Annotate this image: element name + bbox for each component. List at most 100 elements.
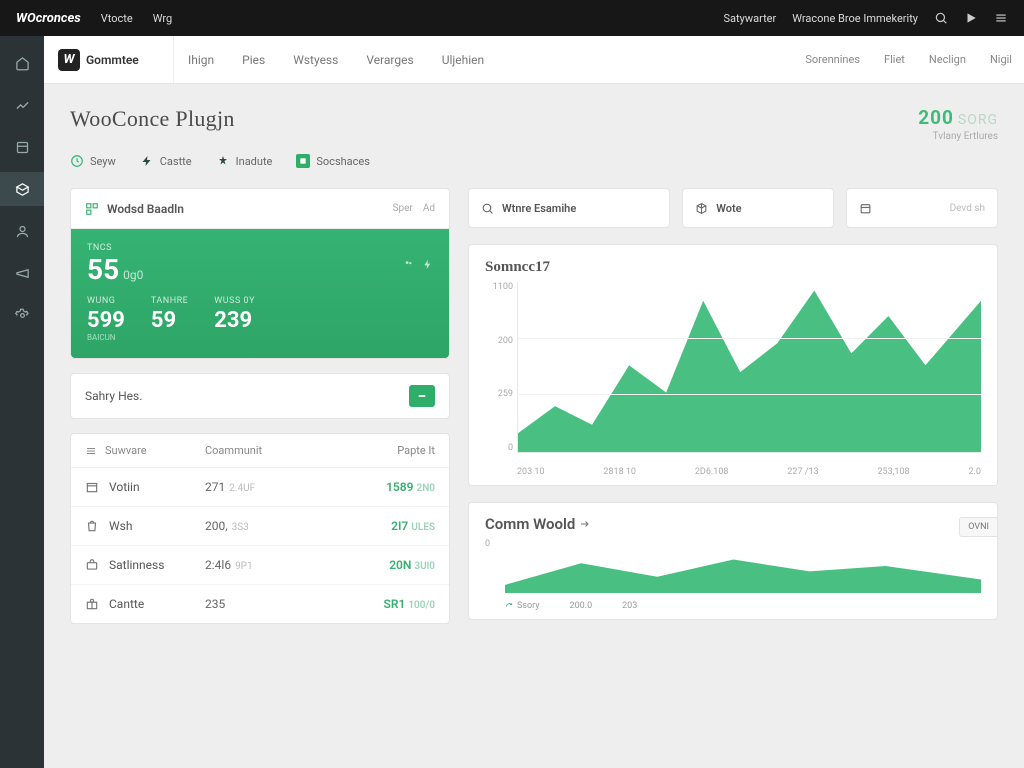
app-logo-label: Gommtee [86, 53, 139, 67]
refresh-icon [505, 602, 514, 611]
case-icon [85, 558, 99, 572]
mini-extra: Devd sh [950, 203, 985, 214]
topbar-link[interactable]: Satywarter [724, 12, 777, 25]
table-row[interactable]: Wsh 200,3S3 2I7ULES [71, 507, 449, 546]
card-link[interactable]: Ad [423, 203, 435, 214]
tab-item[interactable]: Verarges [352, 36, 427, 83]
chart2-x: Ssory 200.0 203 [505, 601, 981, 611]
tab-right-item[interactable]: Neclign [917, 36, 978, 83]
td-dim: 2N0 [416, 483, 435, 494]
slim-label: Sahry Hes. [85, 389, 142, 403]
arrow-right-icon [579, 518, 591, 530]
stat-label: TNCS [87, 243, 143, 253]
th: Papte It [325, 444, 435, 457]
td: 271 [205, 480, 225, 494]
woo-icon: W [58, 49, 80, 71]
list-icon [85, 445, 97, 457]
card-title: Wodsd Baadln [107, 202, 184, 216]
os-topnav: Vtocte Wrg [101, 12, 172, 25]
th: Coammunit [205, 444, 325, 457]
sidebar-item-analytics[interactable] [0, 88, 44, 122]
td-dim: 3Ul0 [414, 561, 435, 572]
td: 2:4l6 [205, 558, 231, 572]
tab-right-item[interactable]: Nigil [978, 36, 1024, 83]
page-side-stat: 200SORG Tvlany Ertlures [918, 106, 998, 142]
topbar-link[interactable]: Wracone Broe Immekerity [792, 12, 918, 25]
td: Satlinness [109, 558, 164, 572]
search-icon[interactable] [934, 11, 948, 25]
slim-card[interactable]: Sahry Hes. [70, 373, 450, 419]
mini-card[interactable]: Wtnre Esamihe [468, 188, 670, 228]
topnav-item[interactable]: Vtocte [101, 12, 133, 25]
topnav-item[interactable]: Wrg [153, 12, 172, 25]
cell-value: 599 [87, 308, 125, 333]
chart-tag[interactable]: OVNI [959, 517, 997, 537]
cell-value: 239 [214, 308, 255, 333]
cube-icon [695, 202, 708, 215]
side-sub: Tvlany Ertlures [918, 131, 998, 142]
table-row[interactable]: Cantte 235 SR1100/0 [71, 585, 449, 623]
sidebar-item-orders[interactable] [0, 130, 44, 164]
users-icon [403, 259, 414, 270]
chip[interactable]: Castte [140, 154, 192, 168]
td-dim: 9P1 [235, 561, 253, 572]
slim-action-button[interactable] [409, 385, 435, 407]
th: Suwvare [105, 444, 147, 457]
table-row[interactable]: Votiin 2712.4UF 15892N0 [71, 468, 449, 507]
td-dim: 2.4UF [229, 483, 255, 494]
cell-label: WUNG [87, 296, 125, 306]
cell-label: WUSS 0Y [214, 296, 255, 306]
chip[interactable]: Inadute [216, 154, 273, 168]
chart-title: Comm Woold [485, 515, 981, 533]
mini-label: Wtnre Esamihe [502, 202, 576, 215]
sidebar-item-customers[interactable] [0, 214, 44, 248]
chip-label: Inadute [236, 155, 273, 168]
table-row[interactable]: Satlinness 2:4l6 9P1 20N3Ul0 [71, 546, 449, 585]
play-icon[interactable] [964, 11, 978, 25]
tab-item[interactable]: Ihign [174, 36, 228, 83]
bolt-icon [422, 259, 433, 270]
stats-card: Wodsd Baadln Sper Ad TNCS 55 0g0 [70, 188, 450, 359]
chip-label: Seyw [90, 155, 116, 168]
cell-value: 59 [151, 308, 188, 333]
search-icon [481, 202, 494, 215]
tab-item[interactable]: Pies [228, 36, 279, 83]
cell-label: TANHRE [151, 296, 188, 306]
sidebar-item-marketing[interactable] [0, 256, 44, 290]
chip[interactable]: Socshaces [296, 154, 370, 168]
sidebar-item-products[interactable] [0, 172, 44, 206]
chip[interactable]: Seyw [70, 154, 116, 168]
chart-y-labels: 1100 200 259 0 [485, 282, 513, 453]
stat-sup: 0g0 [123, 268, 143, 282]
summary-table: Suwvare Coammunit Papte It Votiin 271 2.4… [70, 433, 450, 624]
td: Wsh [109, 519, 132, 533]
filter-chips: Seyw Castte Inadute Socshaces [70, 154, 998, 168]
tab-item[interactable]: Uljehien [428, 36, 498, 83]
sidebar [0, 36, 44, 768]
app-logo[interactable]: W Gommtee [44, 36, 174, 83]
card-link[interactable]: Sper [393, 203, 413, 214]
gift-icon [85, 597, 99, 611]
chip-label: Socshaces [316, 155, 370, 168]
cell-sub: BAICUN [87, 333, 125, 342]
sidebar-item-settings[interactable] [0, 298, 44, 332]
os-topbar: WOcronces Vtocte Wrg Satywarter Wracone … [0, 0, 1024, 36]
app-tabs: W Gommtee Ihign Pies Wstyess Verarges Ul… [44, 36, 1024, 84]
stat-block: TNCS 55 0g0 WUNG 599BAICUN TANHRE [71, 229, 449, 358]
td: 20N [389, 558, 411, 572]
td: 200, [205, 519, 228, 533]
tab-right-item[interactable]: Fliet [872, 36, 917, 83]
chart-plot [517, 282, 981, 453]
td: Cantte [109, 597, 144, 611]
menu-icon[interactable] [994, 11, 1008, 25]
stat-value: 55 [87, 253, 119, 286]
td: 2I7 [391, 519, 408, 533]
td: Votiin [109, 480, 140, 494]
tab-item[interactable]: Wstyess [279, 36, 352, 83]
sidebar-item-home[interactable] [0, 46, 44, 80]
chart-x-labels: 203 10 2818 10 2D6.108 227 /13 253,108 2… [517, 467, 981, 477]
tab-right-item[interactable]: Sorennines [793, 36, 872, 83]
mini-card[interactable]: Wote [682, 188, 834, 228]
mini-card[interactable]: Devd sh [846, 188, 998, 228]
dashboard-icon [85, 202, 99, 216]
